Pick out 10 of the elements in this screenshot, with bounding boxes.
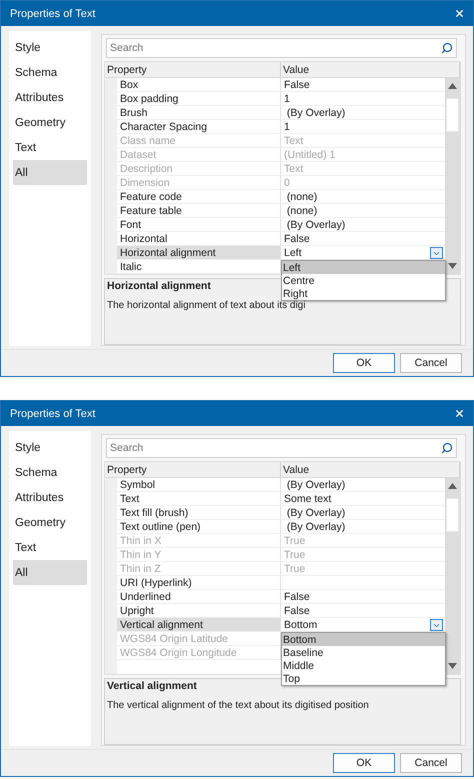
description-text: The horizontal alignment of text about its digi: [107, 300, 306, 311]
description-title: Vertical alignment: [107, 680, 197, 692]
column-header: Value: [281, 62, 460, 77]
description-text: The vertical alignment of the text about its digitised position: [107, 700, 369, 711]
window-title: Properties of Text: [10, 8, 96, 20]
column-header: Property: [105, 462, 281, 477]
window-title: Properties of Text: [10, 408, 96, 420]
column-header: Property: [105, 62, 281, 77]
column-header: Value: [281, 462, 460, 477]
description-title: Horizontal alignment: [107, 280, 211, 292]
